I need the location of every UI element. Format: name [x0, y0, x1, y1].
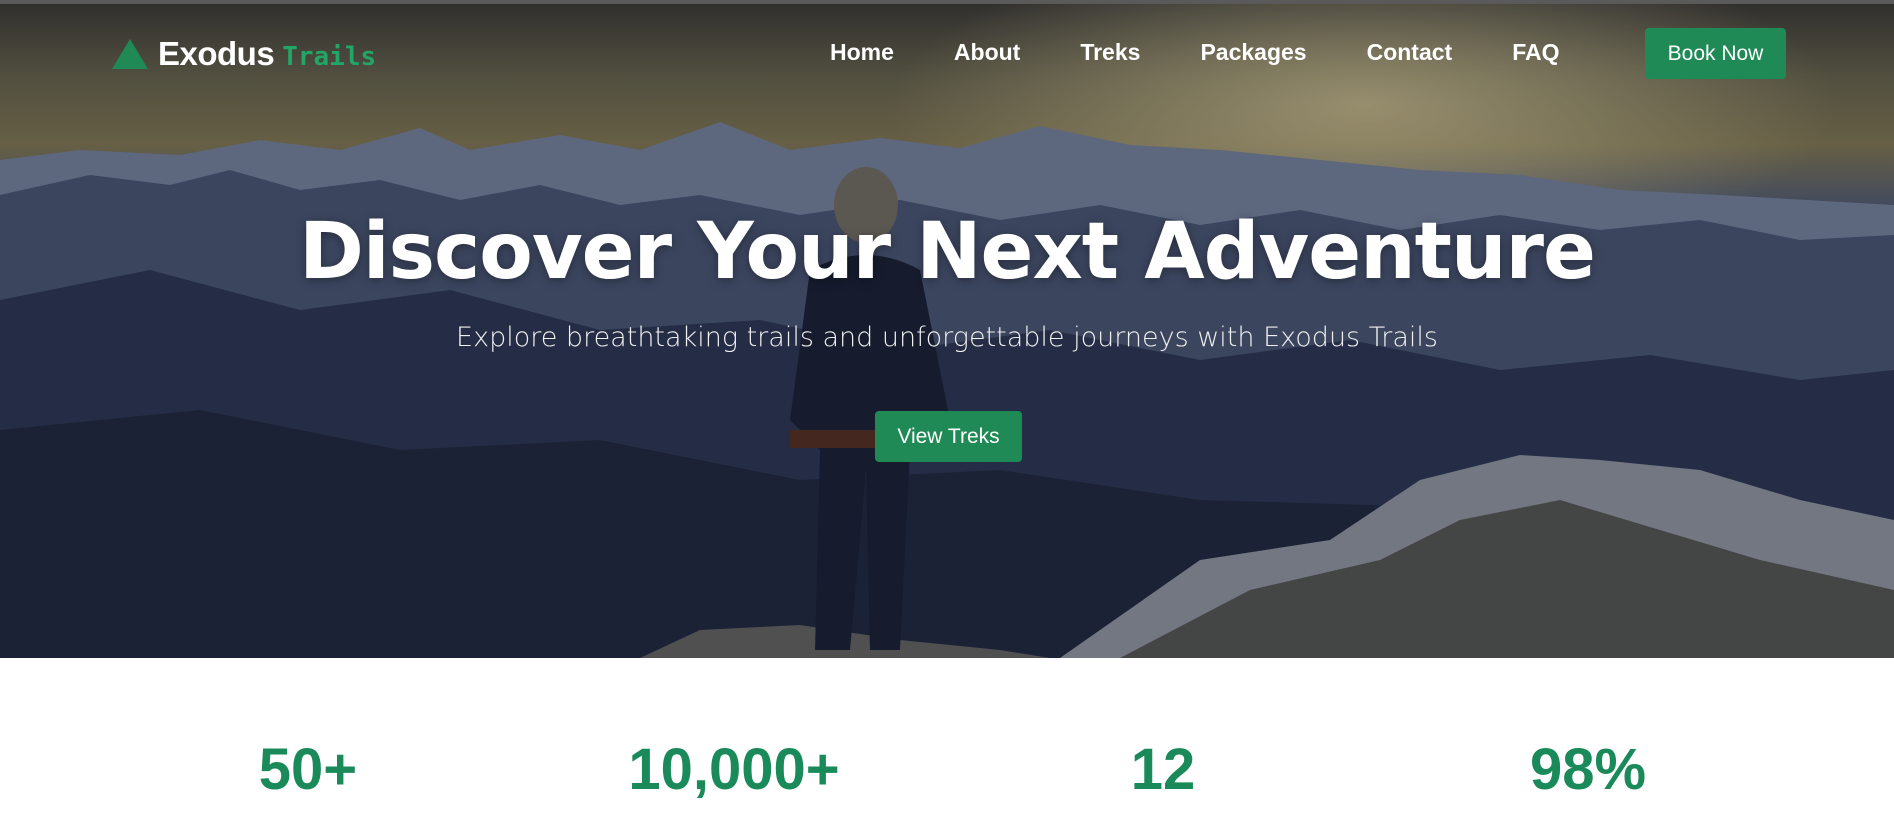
nav-link-treks[interactable]: Treks	[1080, 36, 1140, 68]
view-treks-button[interactable]: View Treks	[875, 411, 1022, 462]
navbar: Exodus Trails Home About Treks Packages …	[0, 0, 1894, 108]
nav-link-packages[interactable]: Packages	[1200, 36, 1306, 68]
hero-title: Discover Your Next Adventure	[299, 207, 1596, 297]
brand-logo[interactable]: Exodus Trails	[110, 34, 376, 74]
stat-value: 50+	[258, 737, 358, 802]
stats-section: 50+ 10,000+ 12 98%	[0, 658, 1894, 828]
mountain-icon	[112, 39, 148, 69]
stat-value: 10,000+	[628, 737, 840, 802]
book-now-button[interactable]: Book Now	[1645, 28, 1786, 79]
nav-links: Home About Treks Packages Contact FAQ	[830, 36, 1559, 68]
nav-link-contact[interactable]: Contact	[1367, 36, 1453, 68]
window-top-border	[0, 0, 1894, 4]
brand-suffix: Trails	[282, 42, 377, 72]
hero-section: Exodus Trails Home About Treks Packages …	[0, 0, 1894, 658]
nav-link-about[interactable]: About	[954, 36, 1020, 68]
nav-link-home[interactable]: Home	[830, 36, 894, 68]
brand-name: Exodus	[158, 35, 275, 72]
stat-value: 98%	[1529, 737, 1647, 802]
hero-subtitle: Explore breathtaking trails and unforget…	[456, 322, 1438, 353]
stat-value: 12	[1130, 737, 1196, 802]
nav-link-faq[interactable]: FAQ	[1512, 36, 1559, 68]
